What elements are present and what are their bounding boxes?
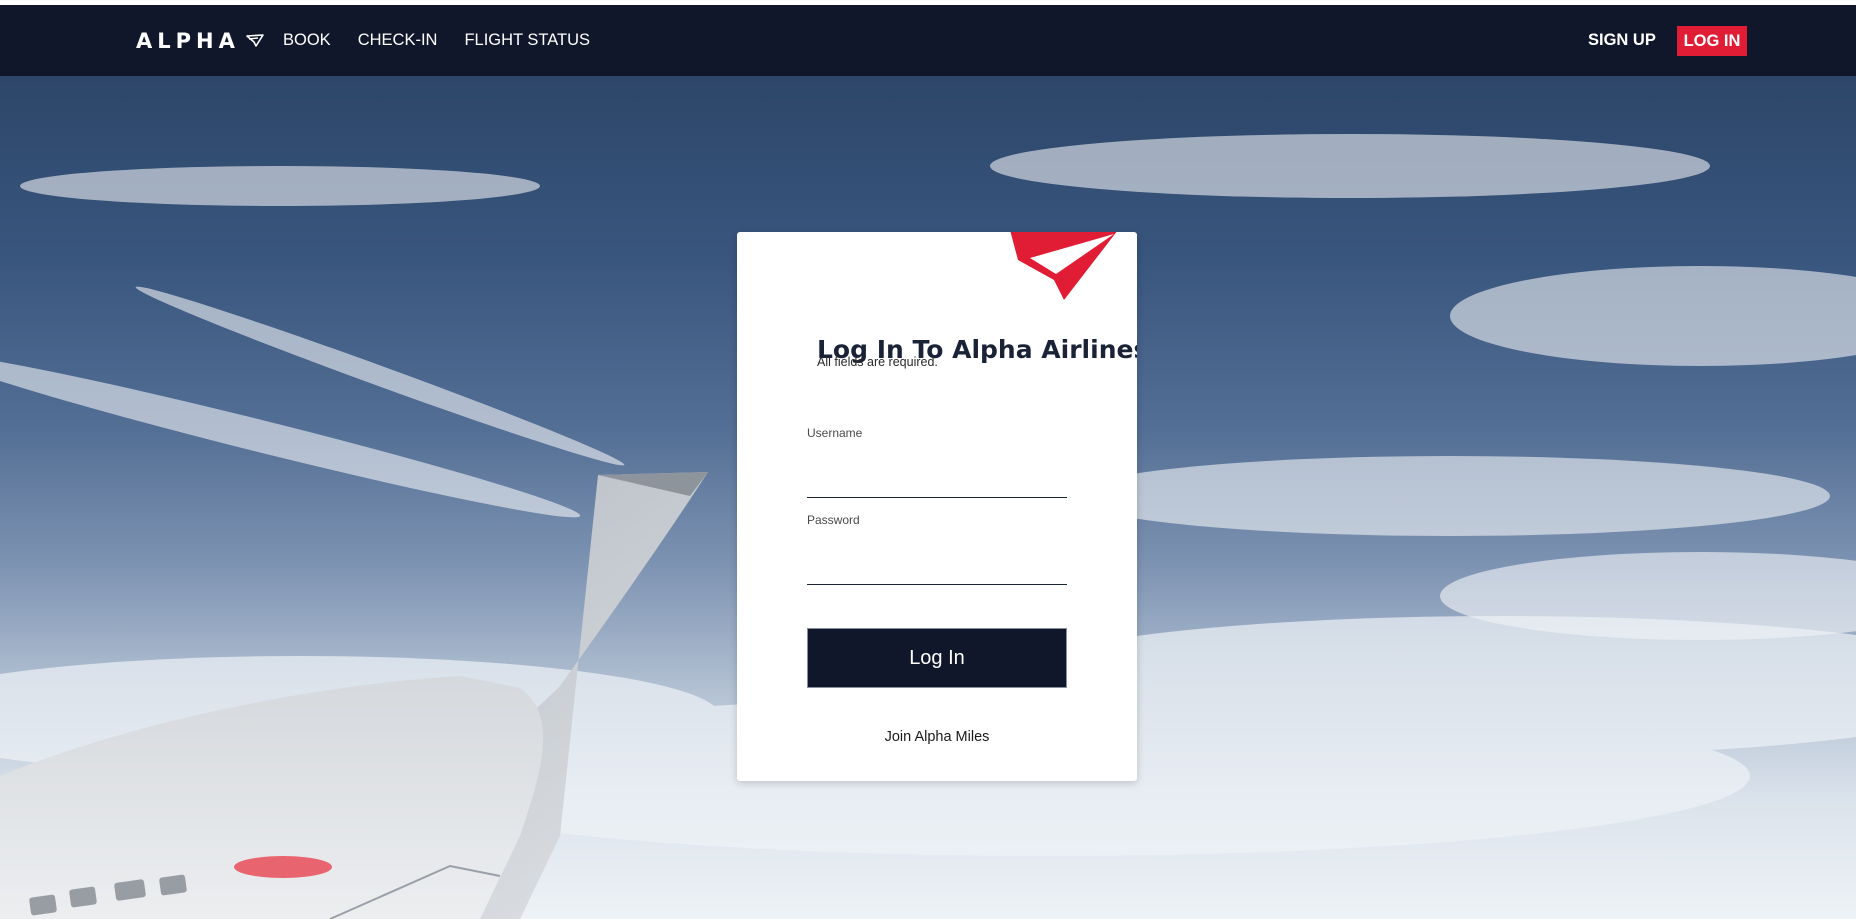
- brand-name: ALPHA: [136, 29, 240, 53]
- required-note: All fields are required.: [817, 355, 938, 369]
- join-alpha-miles-link[interactable]: Join Alpha Miles: [737, 729, 1137, 745]
- main-nav: BOOK CHECK-IN FLIGHT STATUS: [283, 31, 590, 50]
- password-label: Password: [807, 513, 860, 527]
- nav-link-check-in[interactable]: CHECK-IN: [358, 31, 438, 50]
- paper-plane-icon: [246, 34, 264, 47]
- login-card: Log In To Alpha Airlines All fields are …: [737, 232, 1137, 781]
- nav-link-flight-status[interactable]: FLIGHT STATUS: [464, 31, 590, 50]
- nav-link-book[interactable]: BOOK: [283, 31, 331, 50]
- paper-plane-icon: [1010, 232, 1117, 300]
- login-nav-button[interactable]: LOG IN: [1677, 26, 1747, 56]
- signup-link[interactable]: SIGN UP: [1588, 31, 1656, 50]
- password-field[interactable]: [807, 554, 1067, 585]
- username-label: Username: [807, 426, 863, 440]
- top-navbar: ALPHA BOOK CHECK-IN FLIGHT STATUS SIGN U…: [0, 5, 1856, 76]
- brand-logo[interactable]: ALPHA: [136, 27, 264, 55]
- username-field[interactable]: [807, 467, 1067, 498]
- login-submit-button[interactable]: Log In: [807, 628, 1067, 688]
